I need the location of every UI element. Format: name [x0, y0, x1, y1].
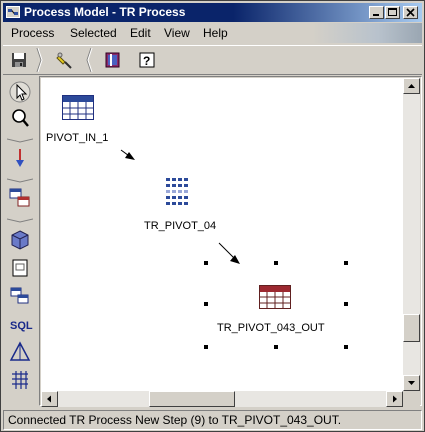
palette-separator	[6, 132, 34, 143]
menu-edit[interactable]: Edit	[130, 26, 151, 40]
menu-view[interactable]: View	[164, 26, 190, 40]
multi-table-icon[interactable]	[7, 284, 33, 308]
minimize-button[interactable]	[369, 6, 384, 19]
scroll-up-button[interactable]	[403, 78, 420, 94]
menu-process[interactable]: Process	[11, 26, 54, 40]
window-title: Process Model - TR Process	[24, 5, 186, 19]
selection-handle[interactable]	[274, 345, 278, 349]
tool-palette: SQL	[3, 76, 37, 406]
scroll-left-button[interactable]	[41, 391, 58, 407]
close-button[interactable]	[403, 6, 418, 19]
connect-arrow-icon[interactable]	[7, 146, 33, 170]
zoom-icon[interactable]	[7, 106, 33, 130]
save-icon[interactable]	[9, 50, 29, 70]
selection-handle[interactable]	[204, 261, 208, 265]
application-window: Process Model - TR Process Process Selec…	[0, 0, 425, 432]
svg-text:SQL: SQL	[10, 320, 33, 332]
book-icon[interactable]	[103, 50, 123, 70]
palette-separator	[6, 172, 34, 183]
node-label-pivot-step[interactable]: TR_PIVOT_04	[144, 220, 216, 232]
scroll-down-button[interactable]	[403, 375, 420, 391]
horizontal-scroll-thumb[interactable]	[149, 391, 235, 407]
app-icon	[6, 5, 20, 19]
node-label-pivot-out[interactable]: TR_PIVOT_043_OUT	[217, 322, 325, 334]
scroll-right-button[interactable]	[386, 391, 403, 407]
svg-text:?: ?	[143, 54, 150, 68]
toolbar: ?	[3, 45, 422, 75]
table-objects-icon[interactable]	[7, 186, 33, 210]
scrollbar-corner	[403, 391, 420, 407]
palette-separator	[6, 212, 34, 223]
title-bar[interactable]: Process Model - TR Process	[3, 3, 422, 22]
selection-handle[interactable]	[344, 345, 348, 349]
selection-handle[interactable]	[344, 302, 348, 306]
selection-handle[interactable]	[274, 261, 278, 265]
select-arrow-icon[interactable]	[7, 80, 33, 104]
highlighter-icon[interactable]	[55, 50, 75, 70]
pyramid-icon[interactable]	[7, 340, 33, 364]
menubar-decoration	[312, 23, 422, 43]
table-icon[interactable]	[259, 285, 291, 313]
menu-selected[interactable]: Selected	[70, 26, 117, 40]
horizontal-scrollbar[interactable]	[41, 391, 403, 407]
vertical-scrollbar[interactable]	[403, 78, 420, 391]
status-bar: Connected TR Process New Step (9) to TR_…	[3, 410, 422, 430]
selection-handle[interactable]	[204, 302, 208, 306]
selection-handle[interactable]	[344, 261, 348, 265]
vertical-scroll-thumb[interactable]	[403, 314, 420, 342]
status-text: Connected TR Process New Step (9) to TR_…	[8, 413, 342, 427]
sql-icon[interactable]: SQL	[7, 312, 33, 336]
maximize-button[interactable]	[385, 6, 400, 19]
cube-icon[interactable]	[7, 228, 33, 252]
selection-handle[interactable]	[204, 345, 208, 349]
help-icon[interactable]: ?	[137, 50, 157, 70]
connector-arrows	[120, 149, 240, 264]
toolbar-separator	[35, 47, 43, 73]
toolbar-separator	[85, 47, 93, 73]
menu-bar: Process Selected Edit View Help	[3, 23, 422, 43]
file-icon[interactable]	[7, 256, 33, 280]
menu-help[interactable]: Help	[203, 26, 228, 40]
pivot-step-icon[interactable]	[164, 176, 192, 211]
grid-icon[interactable]	[7, 368, 33, 392]
process-canvas[interactable]: PIVOT_IN_1 TR_PIVOT_04 TR_PIVOT_043_OUT	[41, 78, 403, 391]
